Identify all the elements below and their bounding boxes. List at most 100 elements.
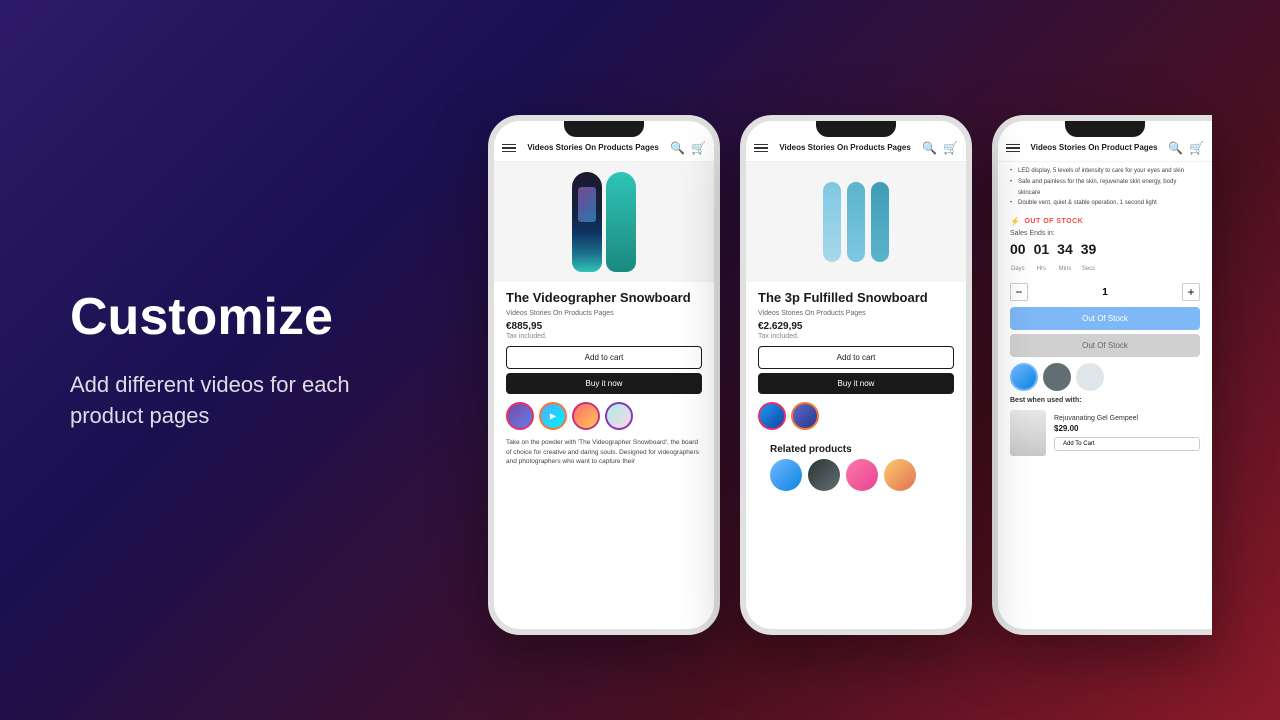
bullet-item-2: Safe and painless for the skin, rejuvena… [1010,177,1200,199]
search-icon-3[interactable]: 🔍 [1168,141,1183,155]
phone-2-product-price: €2.629,95 [758,321,954,332]
phone-2-product-tax: Tax included. [758,333,954,340]
story-circle-p3-2[interactable] [1043,363,1071,391]
phone-3-notch [1065,121,1145,137]
out-of-stock-badge: ⚡ OUT OF STOCK [998,213,1212,230]
story-circle-4[interactable] [605,402,633,430]
phone-2-related-title: Related products [758,438,954,459]
story-circle-2[interactable] [539,402,567,430]
main-title: Customize [70,289,360,346]
story-circle-p2-1[interactable] [758,402,786,430]
phone-2-story-circles [758,402,954,430]
phone-1-product-title: The Videographer Snowboard [506,290,702,307]
lightning-icon: ⚡ [1010,217,1020,226]
countdown-hrs-value: 01 [1034,241,1050,257]
story-circle-1[interactable] [506,402,534,430]
roller-2 [847,182,865,262]
sales-ends-label: Sales Ends in: [1010,230,1200,237]
hamburger-icon-3[interactable] [1006,144,1020,153]
quantity-row: − 1 + [998,279,1212,305]
recommended-product-add-button[interactable]: Add To Cart [1054,437,1200,451]
quantity-increase-button[interactable]: + [1182,283,1200,301]
phone-2-header-icons: 🔍 🛒 [922,141,958,155]
roller-image [823,172,889,272]
quantity-decrease-button[interactable]: − [1010,283,1028,301]
story-circle-p3-3[interactable] [1076,363,1104,391]
snowboard-image [572,172,636,272]
recommended-product-info: Rejuvanating Gel Gempeel $29.00 Add To C… [1054,415,1200,451]
phone-3: Videos Stories On Product Pages 🔍 🛒 LED … [992,115,1212,635]
phone-3-story-circles [998,359,1212,395]
phone-1-header-title: Videos Stories On Products Pages [516,143,670,153]
roller-3 [871,182,889,262]
phone-1-story-circles [506,402,702,430]
phone-1-add-to-cart-button[interactable]: Add to cart [506,346,702,369]
phone-2-product-title: The 3p Fulfilled Snowboard [758,290,954,307]
story-circle-p2-2[interactable] [791,402,819,430]
countdown-days: 00 Days [1010,241,1026,275]
recommended-product-row: Rejuvanating Gel Gempeel $29.00 Add To C… [998,406,1212,460]
story-circle-p3-1[interactable] [1010,363,1038,391]
phone-1-product-details: The Videographer Snowboard Videos Storie… [494,282,714,629]
phone-2-product-details: The 3p Fulfilled Snowboard Videos Storie… [746,282,966,629]
phone-2: Videos Stories On Products Pages 🔍 🛒 The… [740,115,972,635]
phone-3-header-icons: 🔍 🛒 [1168,141,1204,155]
cart-icon-2[interactable]: 🛒 [943,141,958,155]
countdown-days-value: 00 [1010,241,1026,257]
phone-1-content: The Videographer Snowboard Videos Storie… [494,162,714,629]
related-product-4[interactable] [884,459,916,491]
countdown-secs: 39 Secs [1081,241,1097,275]
phone-1-buy-now-button[interactable]: Buy it now [506,373,702,394]
search-icon[interactable]: 🔍 [670,141,685,155]
phone-1: Videos Stories On Products Pages 🔍 🛒 The… [488,115,720,635]
bullet-item-1: LED display, 5 levels of intensity to ca… [1010,166,1200,177]
main-description: Add different videos for each product pa… [70,370,360,432]
countdown-secs-label: Secs [1082,266,1095,272]
phone-2-buy-now-button[interactable]: Buy it now [758,373,954,394]
hamburger-icon-2[interactable] [754,144,768,153]
cart-icon-3[interactable]: 🛒 [1189,141,1204,155]
phones-section: Videos Stories On Products Pages 🔍 🛒 The… [420,0,1280,720]
countdown-secs-value: 39 [1081,241,1097,257]
out-of-stock-gray-button[interactable]: Out Of Stock [1010,334,1200,357]
phone-1-product-store: Videos Stories On Products Pages [506,310,702,317]
recommended-product-price: $29.00 [1054,424,1200,433]
countdown-days-label: Days [1011,266,1025,272]
phone-2-header-title: Videos Stories On Products Pages [768,143,922,153]
best-when-used-label: Best when used with: [998,395,1212,406]
phone-2-notch [816,121,896,137]
search-icon-2[interactable]: 🔍 [922,141,937,155]
sales-ends-section: Sales Ends in: 00 Days 01 Hrs 34 Mins [998,230,1212,279]
phone-1-header-icons: 🔍 🛒 [670,141,706,155]
phone-2-content: The 3p Fulfilled Snowboard Videos Storie… [746,162,966,629]
quantity-value: 1 [1102,287,1108,298]
related-product-1[interactable] [770,459,802,491]
out-of-stock-blue-button[interactable]: Out Of Stock [1010,307,1200,330]
snowboard-2 [606,172,636,272]
phone-1-product-desc: Take on the powder with 'The Videographe… [506,438,702,467]
phone-2-product-store: Videos Stories On Products Pages [758,310,954,317]
countdown-row: 00 Days 01 Hrs 34 Mins 39 Secs [1010,241,1200,275]
story-circle-3[interactable] [572,402,600,430]
recommended-product-name: Rejuvanating Gel Gempeel [1054,415,1200,422]
phone-2-related-products [758,459,954,491]
phone-3-bullet-list: LED display, 5 levels of intensity to ca… [998,162,1212,213]
countdown-hrs: 01 Hrs [1034,241,1050,275]
hamburger-icon[interactable] [502,144,516,153]
phone-1-product-tax: Tax included. [506,333,702,340]
phone-1-product-image [494,162,714,282]
related-product-3[interactable] [846,459,878,491]
roller-1 [823,182,841,262]
countdown-mins-label: Mins [1059,266,1072,272]
phone-2-product-image [746,162,966,282]
phone-3-header-title: Videos Stories On Product Pages [1020,143,1168,153]
recommended-product-image [1010,410,1046,456]
phone-2-add-to-cart-button[interactable]: Add to cart [758,346,954,369]
countdown-mins-value: 34 [1057,241,1073,257]
left-section: Customize Add different videos for each … [0,229,420,492]
snowboard-1 [572,172,602,272]
cart-icon[interactable]: 🛒 [691,141,706,155]
countdown-hrs-label: Hrs [1037,266,1046,272]
phone-3-content: LED display, 5 levels of intensity to ca… [998,162,1212,460]
related-product-2[interactable] [808,459,840,491]
